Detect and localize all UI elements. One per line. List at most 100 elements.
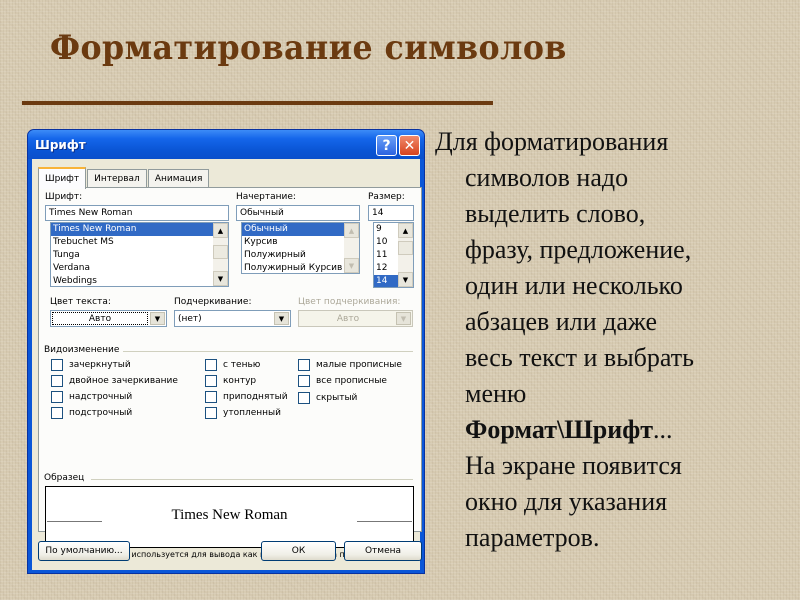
scroll-down-icon[interactable]: ▼ — [213, 271, 228, 286]
underline-dropdown[interactable]: (нет) ▼ — [174, 310, 291, 327]
checkbox-subscript[interactable]: подстрочный — [51, 407, 132, 419]
checkbox-label: зачеркнутый — [69, 360, 131, 370]
scroll-down-icon[interactable]: ▼ — [398, 272, 413, 287]
help-button[interactable]: ? — [376, 135, 397, 156]
checkbox-shadow[interactable]: с тенью — [205, 359, 260, 371]
scroll-down-icon[interactable]: ▼ — [344, 258, 359, 273]
slide-body: Для форматирования символов надо выделит… — [435, 124, 795, 556]
checkbox-label: с тенью — [223, 360, 261, 370]
font-list-item[interactable]: Times New Roman — [51, 223, 213, 236]
checkbox-double-strikethrough[interactable]: двойное зачеркивание — [51, 375, 178, 387]
checkbox-box[interactable] — [205, 391, 217, 403]
font-list-item[interactable]: Tunga — [51, 249, 228, 262]
body-line: меню — [465, 379, 527, 408]
size-list-scrollbar[interactable]: ▲ ▼ — [398, 223, 413, 287]
scroll-up-icon[interactable]: ▲ — [213, 223, 228, 238]
tab-spacing[interactable]: Интервал — [87, 169, 147, 188]
size-input[interactable]: 14 — [368, 205, 414, 221]
style-list-item[interactable]: Курсив — [242, 236, 359, 249]
underline-color-dropdown: Авто ▼ — [298, 310, 413, 327]
title-divider — [22, 101, 493, 105]
underline-value: (нет) — [178, 314, 202, 324]
font-label: Шрифт: — [45, 192, 83, 202]
scroll-up-icon[interactable]: ▲ — [398, 223, 413, 238]
underline-label: Подчеркивание: — [174, 297, 252, 307]
chevron-down-icon[interactable]: ▼ — [274, 312, 289, 325]
checkbox-emboss[interactable]: приподнятый — [205, 391, 288, 403]
checkbox-box[interactable] — [205, 375, 217, 387]
checkbox-box[interactable] — [51, 359, 63, 371]
checkbox-label: подстрочный — [69, 408, 133, 418]
checkbox-all-caps[interactable]: все прописные — [298, 375, 387, 387]
font-list[interactable]: Times New Roman Trebuchet MS Tunga Verda… — [50, 222, 229, 287]
font-input[interactable]: Times New Roman — [45, 205, 229, 221]
menu-path-suffix: ... — [653, 415, 673, 444]
checkbox-label: двойное зачеркивание — [69, 376, 178, 386]
dialog-title: Шрифт — [35, 137, 86, 152]
scroll-thumb[interactable] — [213, 245, 228, 259]
close-icon: ✕ — [403, 137, 416, 154]
size-list-item[interactable]: 14 — [374, 275, 398, 287]
tab-panel-font: Шрифт: Times New Roman Times New Roman T… — [38, 187, 422, 559]
style-list[interactable]: Обычный Курсив Полужирный Полужирный Кур… — [241, 222, 360, 274]
body-line: весь текст и выбрать — [465, 343, 694, 372]
style-list-item[interactable]: Обычный — [242, 223, 344, 236]
text-color-dropdown[interactable]: Авто ▼ — [50, 310, 167, 327]
default-button[interactable]: По умолчанию... — [38, 541, 130, 561]
checkbox-strikethrough[interactable]: зачеркнутый — [51, 359, 131, 371]
group-divider — [123, 351, 413, 352]
chevron-down-icon: ▼ — [396, 312, 411, 325]
checkbox-hidden[interactable]: скрытый — [298, 392, 357, 404]
group-divider — [91, 479, 413, 480]
effects-group-title: Видоизменение — [44, 345, 120, 355]
font-list-item[interactable]: Webdings — [51, 275, 228, 286]
checkbox-box[interactable] — [51, 407, 63, 419]
style-list-item[interactable]: Полужирный Курсив — [242, 262, 359, 273]
underline-color-value: Авто — [336, 314, 360, 324]
preview-baseline-right — [357, 521, 412, 522]
font-list-item[interactable]: Trebuchet MS — [51, 236, 228, 249]
ok-button[interactable]: ОК — [261, 541, 336, 561]
font-list-item[interactable]: Verdana — [51, 262, 228, 275]
body-line: выделить слово, — [465, 199, 646, 228]
close-button[interactable]: ✕ — [399, 135, 420, 156]
tab-font[interactable]: Шрифт — [38, 167, 87, 189]
checkbox-small-caps[interactable]: малые прописные — [298, 359, 402, 371]
checkbox-engrave[interactable]: утопленный — [205, 407, 281, 419]
checkbox-label: утопленный — [223, 408, 281, 418]
style-list-scrollbar[interactable]: ▲ ▼ — [344, 223, 359, 273]
checkbox-box[interactable] — [298, 375, 310, 387]
checkbox-outline[interactable]: контур — [205, 375, 256, 387]
checkbox-superscript[interactable]: надстрочный — [51, 391, 132, 403]
style-list-item[interactable]: Полужирный — [242, 249, 359, 262]
size-list[interactable]: 9 10 11 12 14 ▲ ▼ — [373, 222, 414, 288]
checkbox-label: контур — [223, 376, 257, 386]
scroll-thumb[interactable] — [398, 241, 413, 255]
style-input[interactable]: Обычный — [236, 205, 360, 221]
checkbox-box[interactable] — [205, 407, 217, 419]
tab-strip: Шрифт Интервал Анимация — [38, 167, 210, 189]
checkbox-box[interactable] — [51, 375, 63, 387]
chevron-down-icon[interactable]: ▼ — [150, 312, 165, 325]
checkbox-box[interactable] — [298, 359, 310, 371]
checkbox-box[interactable] — [51, 391, 63, 403]
tab-animation[interactable]: Анимация — [147, 169, 210, 188]
menu-path-line: Формат\Шрифт... — [435, 412, 795, 448]
checkbox-box[interactable] — [298, 392, 310, 404]
body-line: На экране появится — [465, 451, 682, 480]
checkbox-box[interactable] — [205, 359, 217, 371]
font-list-scrollbar[interactable]: ▲ ▼ — [213, 223, 228, 286]
body-line: параметров. — [465, 523, 600, 552]
body-line: один или несколько — [465, 271, 683, 300]
dialog-client: Шрифт Интервал Анимация Шрифт: Times New… — [32, 159, 422, 570]
body-line: окно для указания — [465, 487, 668, 516]
slide-title: Форматирование символов — [50, 28, 567, 68]
cancel-button[interactable]: Отмена — [344, 541, 422, 561]
body-line: символов надо — [465, 163, 629, 192]
underline-color-label: Цвет подчеркивания: — [298, 297, 401, 307]
style-label: Начертание: — [236, 192, 296, 202]
checkbox-label: приподнятый — [223, 392, 288, 402]
dialog-titlebar[interactable]: Шрифт ? ✕ — [28, 130, 424, 159]
scroll-up-icon[interactable]: ▲ — [344, 223, 359, 238]
text-color-value: Авто — [52, 312, 148, 325]
